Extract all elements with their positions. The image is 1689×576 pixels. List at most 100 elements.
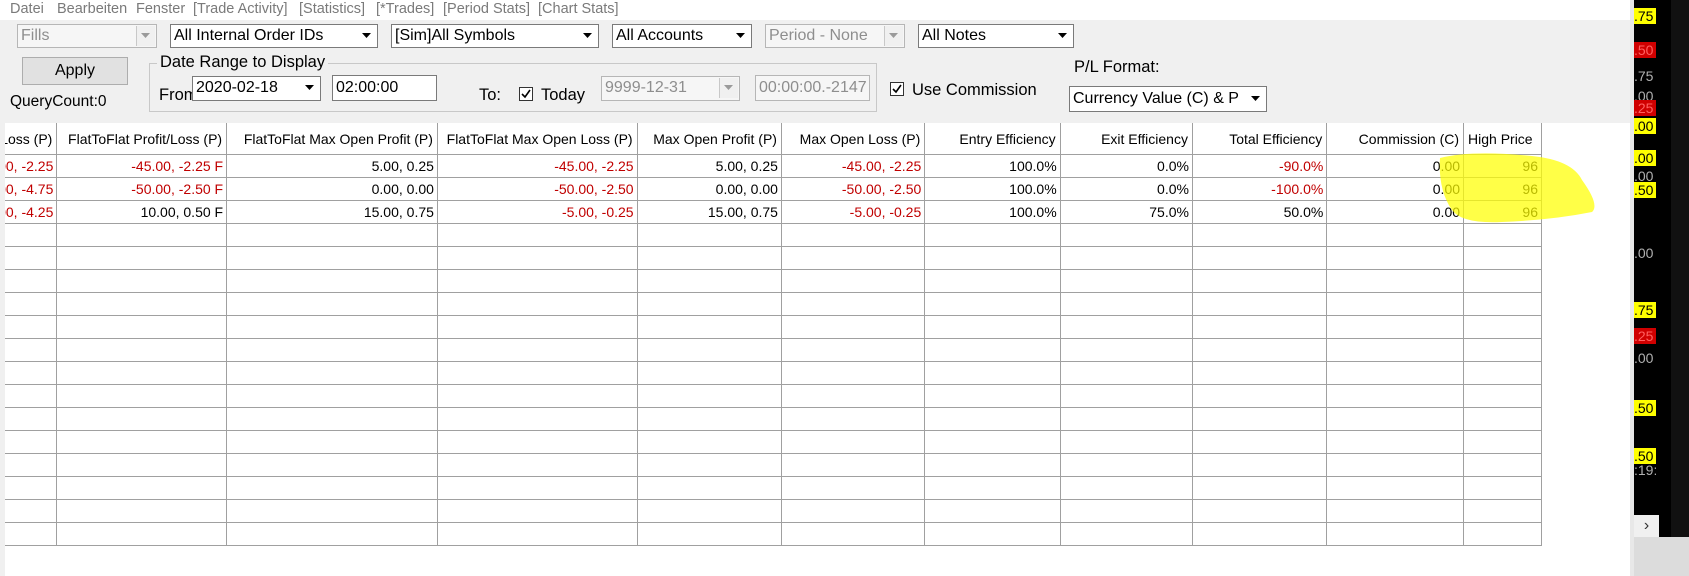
table-cell — [637, 476, 782, 500]
table-cell: -45.00, -2.25 — [437, 154, 638, 178]
table-cell — [637, 407, 782, 431]
table-cell: -50.00, -2.50 — [781, 177, 926, 201]
chevron-down-icon — [884, 26, 903, 46]
table-cell — [1192, 338, 1328, 362]
table-row[interactable] — [5, 223, 1542, 247]
table-cell — [1326, 223, 1465, 247]
table-cell — [5, 476, 58, 500]
chart-price-label: :19:4 — [1634, 462, 1656, 478]
chevron-down-icon — [301, 78, 319, 98]
table-cell — [781, 384, 926, 408]
table-cell — [1326, 292, 1465, 316]
table-cell — [637, 499, 782, 523]
order-ids-dropdown[interactable]: All Internal Order IDs — [170, 24, 378, 48]
table-cell — [1463, 269, 1542, 293]
accounts-dropdown[interactable]: All Accounts — [612, 24, 752, 48]
table-cell: -50.00, -2.50 F — [56, 177, 228, 201]
table-cell — [437, 361, 638, 385]
fills-dropdown[interactable]: Fills — [17, 24, 157, 48]
table-cell — [1060, 338, 1193, 362]
table-cell: 75.0% — [1060, 200, 1193, 224]
table-cell — [437, 315, 638, 339]
table-row[interactable] — [5, 315, 1542, 339]
table-cell — [1326, 430, 1465, 454]
from-time-value: 02:00:00 — [336, 79, 399, 96]
column-header[interactable]: Profit/Loss (P) — [5, 123, 58, 155]
to-date-picker[interactable]: 9999-12-31 — [601, 76, 740, 101]
table-cell — [226, 315, 438, 339]
table-cell — [637, 246, 782, 270]
table-row[interactable] — [5, 269, 1542, 293]
table-cell — [781, 292, 926, 316]
menu-item-trades[interactable]: [*Trades] — [376, 1, 434, 17]
to-date-value: 9999-12-31 — [605, 79, 687, 96]
table-cell: 50.0% — [1192, 200, 1328, 224]
pl-format-dropdown[interactable]: Currency Value (C) & P — [1069, 86, 1267, 112]
chart-price-label: .00 — [1634, 118, 1656, 134]
from-time-field[interactable]: 02:00:00 — [332, 75, 437, 101]
column-header[interactable]: Commission (C) — [1326, 123, 1465, 155]
column-header[interactable]: FlatToFlat Max Open Loss (P) — [437, 123, 638, 155]
column-header[interactable]: Exit Efficiency — [1060, 123, 1193, 155]
table-cell — [56, 246, 228, 270]
menu-item-datei[interactable]: Datei — [10, 1, 44, 17]
chart-price-label: .75 — [1634, 68, 1654, 84]
table-cell — [56, 361, 228, 385]
notes-dropdown[interactable]: All Notes — [918, 24, 1074, 48]
from-date-picker[interactable]: 2020-02-18 — [192, 76, 321, 101]
table-cell — [1060, 315, 1193, 339]
table-cell: -95.00, -4.75 — [5, 177, 58, 201]
menu-item-trade-activity[interactable]: [Trade Activity] — [193, 1, 288, 17]
table-row[interactable] — [5, 522, 1542, 546]
table-cell — [1326, 476, 1465, 500]
period-dropdown[interactable]: Period - None — [765, 24, 905, 48]
table-row[interactable]: -95.00, -4.75-50.00, -2.50 F0.00, 0.00-5… — [5, 177, 1542, 201]
table-cell — [1060, 269, 1193, 293]
symbols-dropdown[interactable]: [Sim]All Symbols — [391, 24, 599, 48]
checkmark-icon — [521, 89, 531, 99]
today-label: Today — [541, 86, 586, 104]
column-header[interactable]: High Price — [1463, 123, 1542, 155]
table-row[interactable] — [5, 476, 1542, 500]
column-header[interactable]: Max Open Loss (P) — [781, 123, 926, 155]
table-cell — [637, 269, 782, 293]
column-header[interactable]: FlatToFlat Max Open Profit (P) — [226, 123, 438, 155]
table-row[interactable] — [5, 338, 1542, 362]
today-checkbox[interactable] — [519, 87, 533, 101]
order-ids-value: All Internal Order IDs — [174, 27, 324, 44]
table-row[interactable] — [5, 499, 1542, 523]
table-cell — [1192, 453, 1328, 477]
use-commission-checkbox[interactable] — [890, 82, 904, 96]
table-row[interactable] — [5, 453, 1542, 477]
column-header[interactable]: FlatToFlat Profit/Loss (P) — [56, 123, 228, 155]
scroll-right-icon[interactable]: › — [1634, 515, 1659, 537]
chevron-down-icon — [136, 26, 155, 46]
chevron-down-icon — [579, 26, 597, 46]
menu-item-period-stats[interactable]: [Period Stats] — [443, 1, 530, 17]
table-row[interactable] — [5, 361, 1542, 385]
table-cell — [1192, 499, 1328, 523]
trades-table: Profit/Loss (P) FlatToFlat Profit/Loss (… — [5, 123, 1542, 546]
table-row[interactable] — [5, 384, 1542, 408]
table-cell — [1192, 384, 1328, 408]
table-cell — [781, 407, 926, 431]
table-row[interactable] — [5, 430, 1542, 454]
table-cell — [924, 453, 1061, 477]
column-header[interactable]: Total Efficiency — [1192, 123, 1328, 155]
menu-item-bearbeiten[interactable]: Bearbeiten — [57, 1, 127, 17]
table-row[interactable] — [5, 407, 1542, 431]
apply-button[interactable]: Apply — [22, 57, 128, 85]
menu-item-chart-stats[interactable]: [Chart Stats] — [538, 1, 619, 17]
table-row[interactable]: -85.00, -4.2510.00, 0.50 F15.00, 0.75-5.… — [5, 200, 1542, 224]
chart-price-label: .00 — [1634, 245, 1654, 261]
table-row[interactable]: -45.00, -2.25-45.00, -2.25 F5.00, 0.25-4… — [5, 154, 1542, 178]
to-time-field[interactable]: 00:00:00.-2147 — [755, 75, 870, 101]
table-row[interactable] — [5, 292, 1542, 316]
table-row[interactable] — [5, 246, 1542, 270]
menu-item-statistics[interactable]: [Statistics] — [299, 1, 365, 17]
menu-item-fenster[interactable]: Fenster — [136, 1, 185, 17]
column-header[interactable]: Entry Efficiency — [924, 123, 1061, 155]
table-cell: -5.00, -0.25 — [437, 200, 638, 224]
table-cell — [1192, 430, 1328, 454]
column-header[interactable]: Max Open Profit (P) — [637, 123, 782, 155]
